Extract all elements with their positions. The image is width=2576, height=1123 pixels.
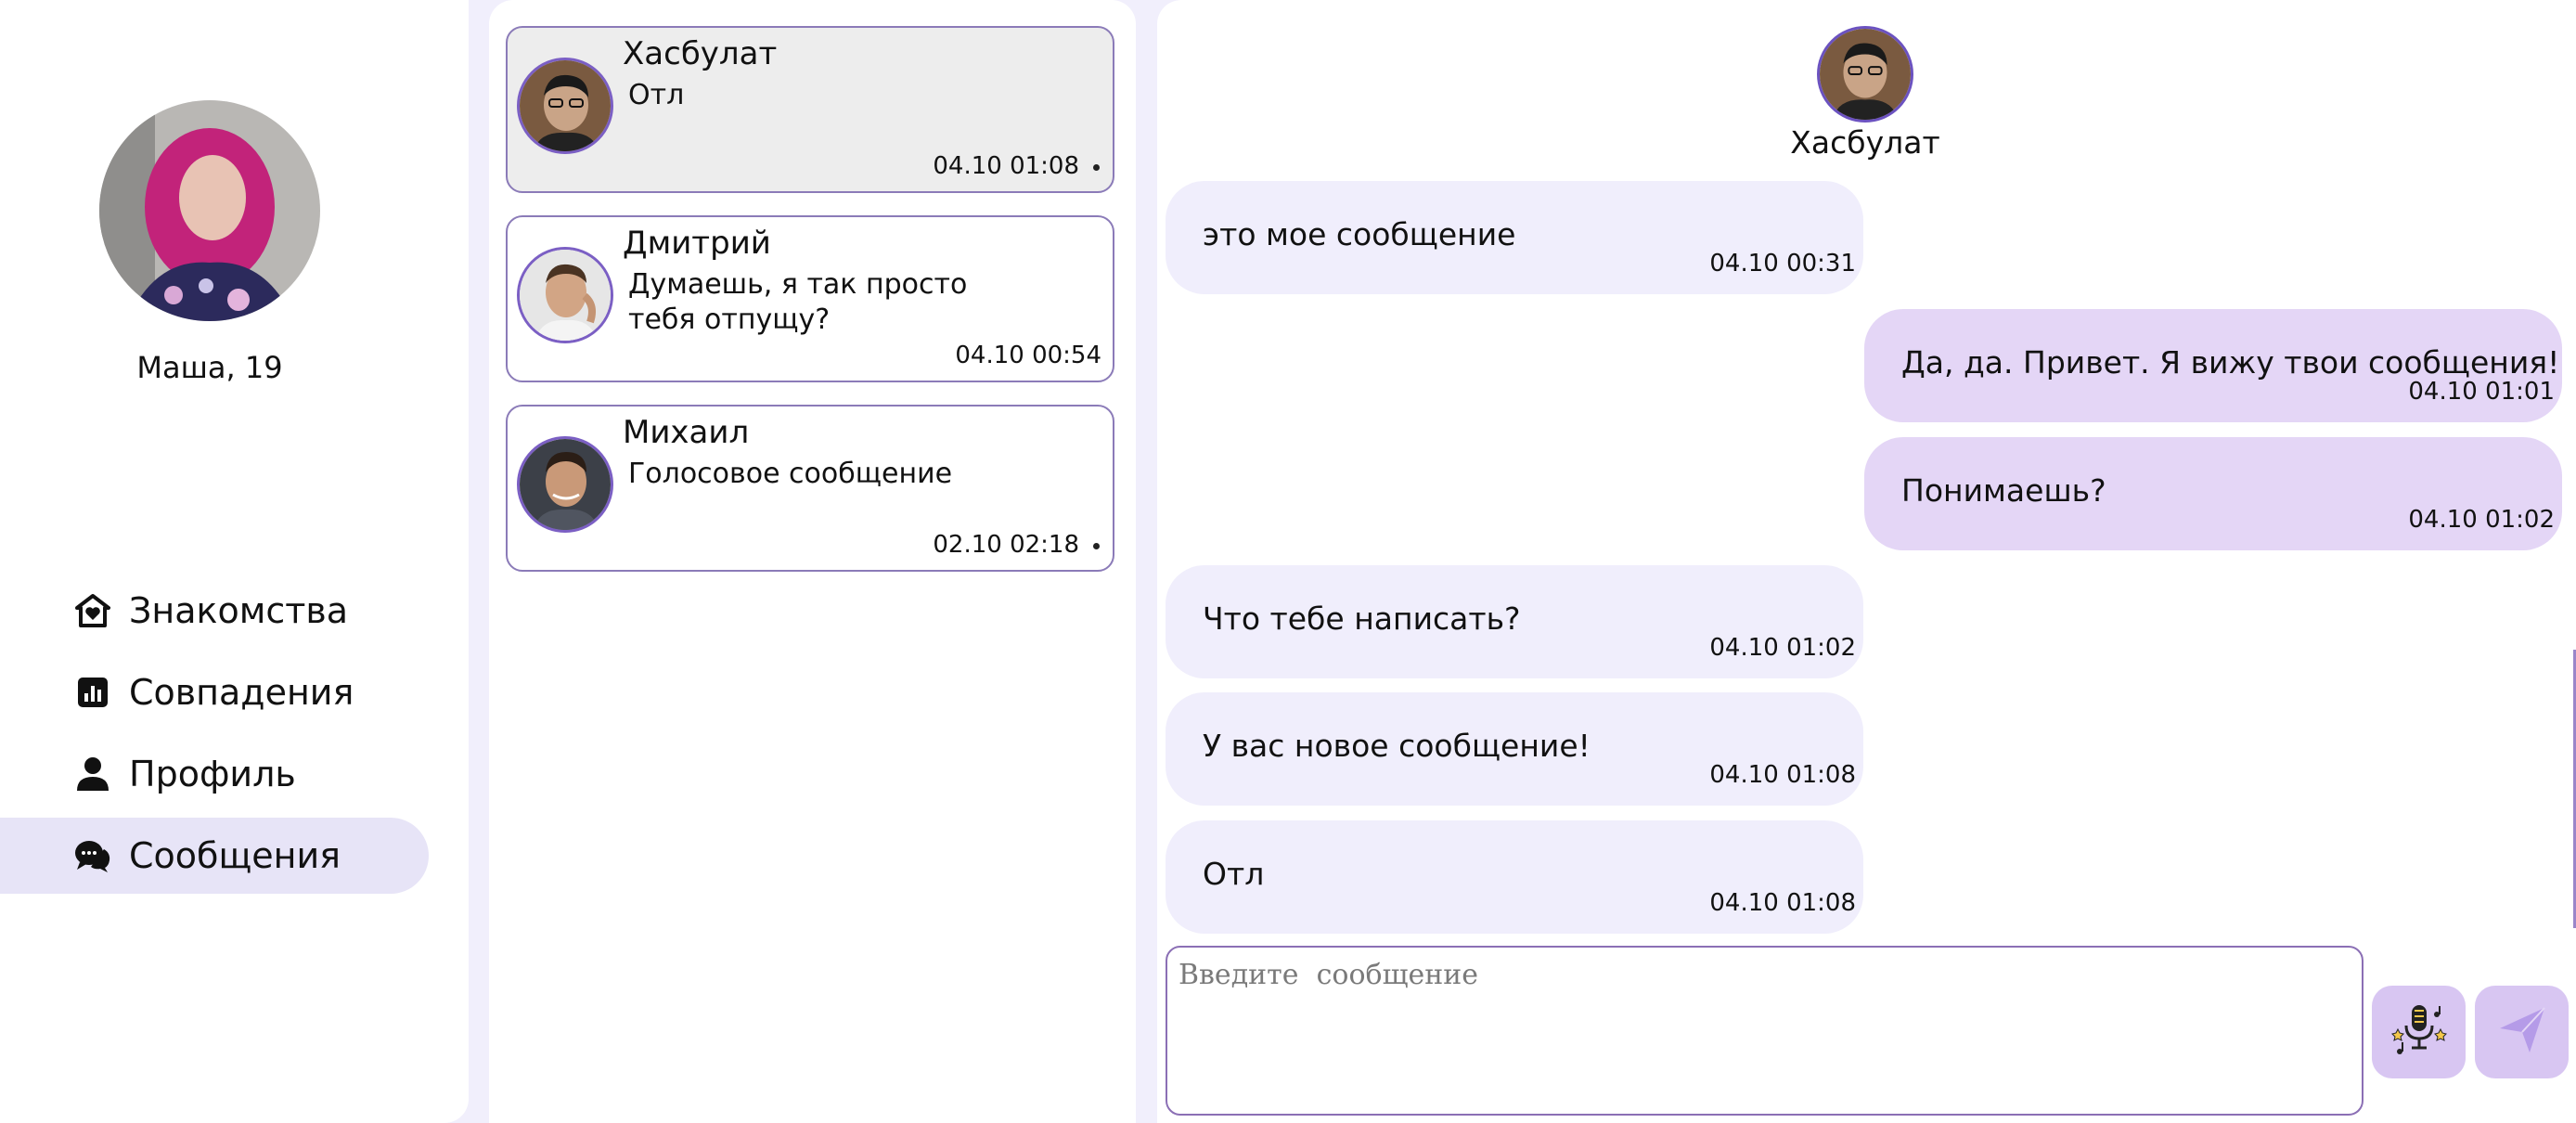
partner-avatar[interactable] bbox=[1817, 26, 1913, 123]
message-text: Да, да. Привет. Я вижу твои сообщения! bbox=[1901, 344, 2560, 381]
chat-avatar bbox=[517, 58, 613, 155]
nav-label: Совпадения bbox=[129, 672, 354, 713]
nav-item-matches[interactable]: Совпадения bbox=[0, 654, 429, 730]
nav-item-profile[interactable]: Профиль bbox=[0, 736, 429, 812]
message-bubble-incoming: Отл 04.10 01:08 bbox=[1166, 820, 1863, 934]
message-time: 04.10 01:02 bbox=[2408, 506, 2555, 534]
nav-item-messages[interactable]: Сообщения bbox=[0, 818, 429, 894]
chat-list: Хасбулат Отл 04.10 01:08 Дмитрий Думаешь… bbox=[489, 0, 1136, 1123]
nav-label: Знакомства bbox=[129, 590, 349, 631]
send-icon bbox=[2494, 1002, 2550, 1062]
unread-dot bbox=[1093, 543, 1100, 549]
chat-time: 02.10 02:18 bbox=[933, 531, 1079, 559]
home-heart-icon bbox=[73, 591, 112, 630]
nav-item-dating[interactable]: Знакомства bbox=[0, 573, 429, 649]
chat-preview: Голосовое сообщение bbox=[628, 458, 953, 490]
chat-name: Дмитрий bbox=[623, 225, 771, 262]
voice-message-button[interactable] bbox=[2372, 986, 2466, 1078]
message-bubble-outgoing: Понимаешь? 04.10 01:02 bbox=[1864, 437, 2562, 550]
user-icon bbox=[73, 755, 112, 794]
chat-item[interactable]: Дмитрий Думаешь, я так просто тебя отпущ… bbox=[506, 215, 1114, 382]
unread-dot bbox=[1093, 164, 1100, 171]
main-nav: Знакомства Совпадения Профиль Сообщения bbox=[0, 573, 469, 899]
message-bubble-incoming: У вас новое сообщение! 04.10 01:08 bbox=[1166, 692, 1863, 806]
sidebar: Маша, 19 Знакомства Совпадения Профиль С… bbox=[0, 0, 469, 1123]
message-time: 04.10 01:01 bbox=[2408, 378, 2555, 406]
chat-name: Михаил bbox=[623, 414, 750, 451]
message-text: это мое сообщение bbox=[1203, 216, 1516, 252]
send-button[interactable] bbox=[2475, 986, 2569, 1078]
message-time: 04.10 01:08 bbox=[1709, 889, 1856, 917]
chat-icon bbox=[73, 836, 112, 875]
message-text: Что тебе написать? bbox=[1203, 600, 1521, 637]
partner-name: Хасбулат bbox=[1790, 124, 1940, 161]
message-input[interactable] bbox=[1167, 948, 2362, 1114]
message-bubble-incoming: это мое сообщение 04.10 00:31 bbox=[1166, 181, 1863, 294]
message-time: 04.10 01:08 bbox=[1709, 761, 1856, 789]
chat-avatar bbox=[517, 436, 613, 534]
chat-avatar bbox=[517, 247, 613, 344]
message-time: 04.10 00:31 bbox=[1709, 250, 1856, 278]
message-text: Понимаешь? bbox=[1901, 472, 2106, 509]
chat-item[interactable]: Михаил Голосовое сообщение 02.10 02:18 bbox=[506, 405, 1114, 572]
message-input-box bbox=[1166, 946, 2363, 1116]
user-name-age: Маша, 19 bbox=[136, 350, 283, 385]
message-text: У вас новое сообщение! bbox=[1203, 728, 1591, 764]
user-avatar[interactable] bbox=[99, 100, 320, 321]
message-time: 04.10 01:02 bbox=[1709, 634, 1856, 662]
chat-time: 04.10 00:54 bbox=[955, 342, 1101, 369]
nav-label: Сообщения bbox=[129, 835, 341, 876]
chart-icon bbox=[73, 673, 112, 712]
chat-preview: Думаешь, я так просто тебя отпущу? bbox=[628, 268, 968, 336]
message-bubble-outgoing: Да, да. Привет. Я вижу твои сообщения! 0… bbox=[1864, 309, 2562, 422]
chat-name: Хасбулат bbox=[623, 35, 778, 72]
conversation-panel: Хасбулат это мое сообщение 04.10 00:31 Д… bbox=[1157, 0, 2576, 1123]
microphone-icon bbox=[2390, 1001, 2448, 1063]
chat-time: 04.10 01:08 bbox=[933, 152, 1079, 180]
chat-preview: Отл bbox=[628, 79, 685, 111]
chat-item[interactable]: Хасбулат Отл 04.10 01:08 bbox=[506, 26, 1114, 193]
message-text: Отл bbox=[1203, 856, 1265, 892]
nav-label: Профиль bbox=[129, 754, 296, 794]
message-bubble-incoming: Что тебе написать? 04.10 01:02 bbox=[1166, 565, 1863, 678]
